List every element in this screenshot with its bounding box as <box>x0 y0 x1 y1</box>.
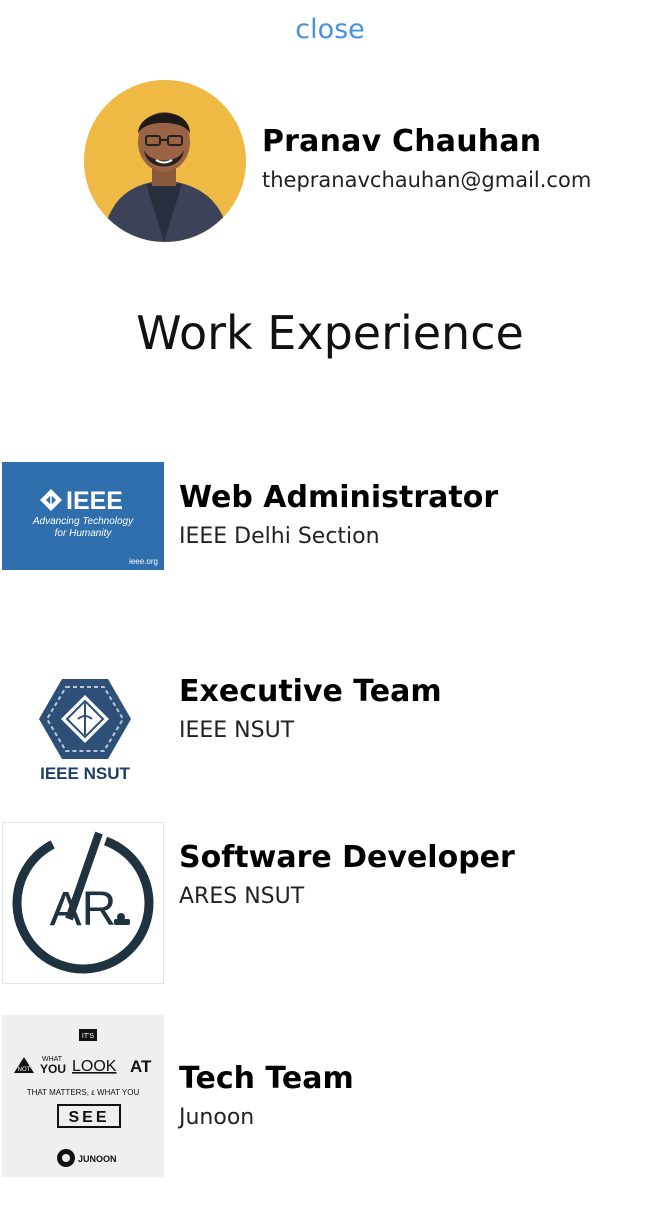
experience-org: IEEE Delhi Section <box>179 524 380 549</box>
junoon-logo-line3: THAT MATTERS, ε WHAT YOU <box>27 1088 140 1097</box>
ieee-nsut-logo-text: IEEE NSUT <box>40 764 130 783</box>
ieee-logo-tagline-1: Advancing Technology <box>32 516 134 527</box>
junoon-logo-look: LOOK <box>72 1058 117 1075</box>
profile-name: Pranav Chauhan <box>262 124 542 159</box>
experience-item[interactable]: AR Software Developer ARES NSUT <box>0 822 672 986</box>
experience-role: Tech Team <box>179 1061 354 1096</box>
ieee-logo: IEEE Advancing Technology for Humanity i… <box>2 462 164 570</box>
profile-email: thepranavchauhan@gmail.com <box>262 168 592 192</box>
junoon-logo-at: AT <box>130 1057 152 1076</box>
experience-role: Software Developer <box>179 840 515 875</box>
experience-item[interactable]: IEEE Advancing Technology for Humanity i… <box>0 462 672 626</box>
ares-logo-text: AR <box>50 883 117 936</box>
section-title: Work Experience <box>136 306 524 360</box>
experience-role: Executive Team <box>179 674 442 709</box>
ieee-logo-brand: IEEE <box>66 487 123 515</box>
junoon-logo-not: NOT <box>18 1067 31 1073</box>
experience-org: IEEE NSUT <box>179 718 295 743</box>
ieee-nsut-logo: IEEE NSUT <box>2 652 164 814</box>
experience-item[interactable]: IEEE NSUT Executive Team IEEE NSUT <box>0 656 672 820</box>
experience-org: ARES NSUT <box>179 884 305 909</box>
profile-photo <box>84 80 246 242</box>
experience-org: Junoon <box>179 1105 255 1130</box>
close-button[interactable]: close <box>0 14 660 45</box>
junoon-logo-its: IT'S <box>82 1033 95 1040</box>
junoon-logo-see: SEE <box>68 1109 109 1126</box>
ieee-logo-url: ieee.org <box>129 557 158 566</box>
experience-role: Web Administrator <box>179 480 499 515</box>
ieee-logo-tagline-2: for Humanity <box>55 528 113 539</box>
junoon-logo-you: YOU <box>40 1062 66 1076</box>
experience-item[interactable]: IT'S NOT WHAT YOU LOOK AT THAT MATTERS, … <box>0 1015 672 1179</box>
ares-logo: AR <box>2 822 164 984</box>
avatar <box>84 80 246 242</box>
junoon-logo: IT'S NOT WHAT YOU LOOK AT THAT MATTERS, … <box>2 1015 164 1177</box>
junoon-logo-brand: JUNOON <box>78 1154 117 1164</box>
